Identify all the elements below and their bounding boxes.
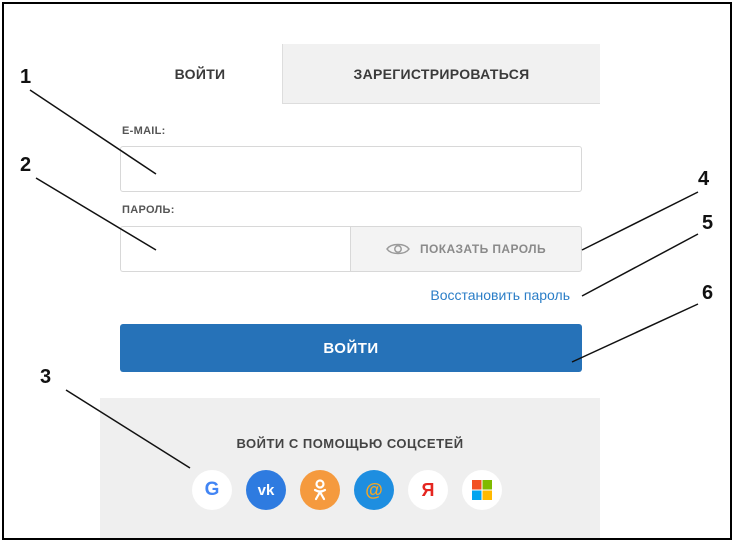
callout-1: 1	[20, 66, 32, 88]
callout-2: 2	[20, 154, 32, 176]
callout-6: 6	[702, 282, 714, 304]
callout-4: 4	[698, 168, 710, 190]
callout-3: 3	[40, 366, 52, 388]
callout-5: 5	[702, 212, 714, 234]
screenshot-frame: ВОЙТИ ЗАРЕГИСТРИРОВАТЬСЯ E-MAIL: ПАРОЛЬ:…	[2, 2, 732, 540]
callout-lines	[29, 89, 699, 469]
